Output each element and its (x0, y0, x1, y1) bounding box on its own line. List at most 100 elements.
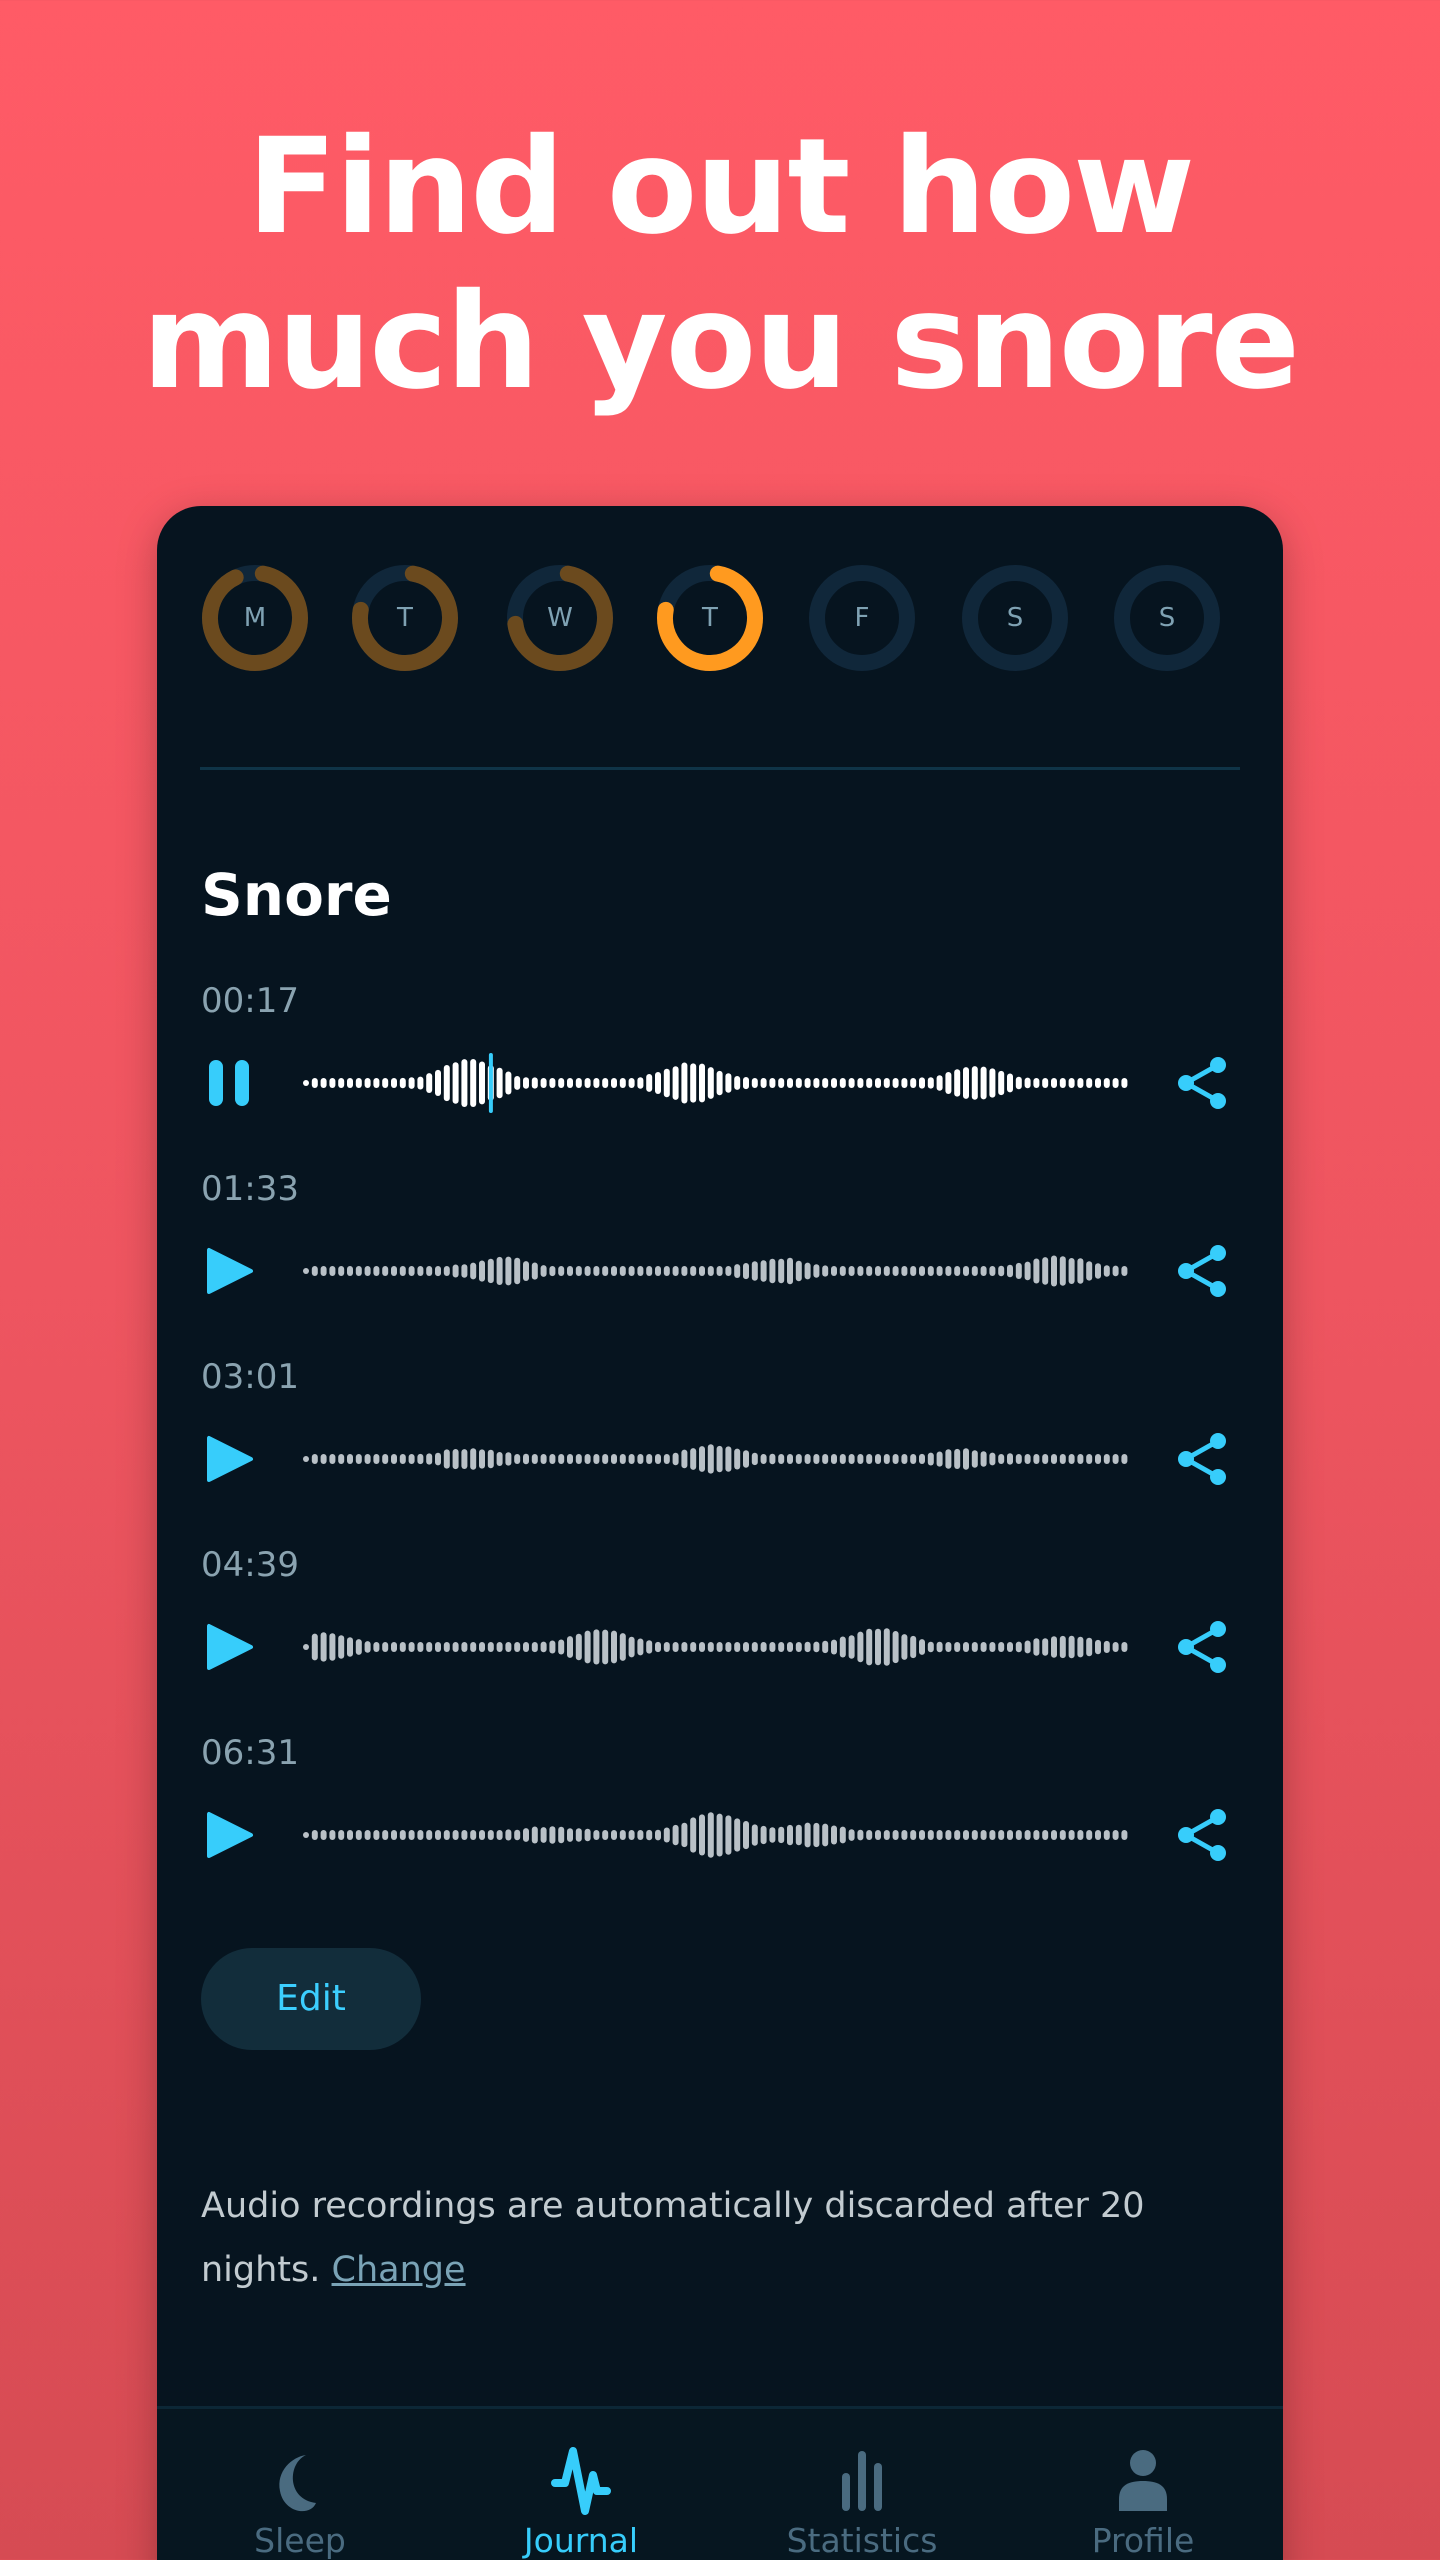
nav-journal[interactable]: Journal (461, 2409, 701, 2560)
waveform-bar (311, 1078, 318, 1088)
play-button[interactable] (207, 1810, 257, 1860)
day-ring-1[interactable]: T (349, 562, 461, 674)
waveform-bar (787, 1454, 793, 1464)
nav-profile[interactable]: Profile (1023, 2409, 1263, 2560)
waveform-bar (980, 1830, 987, 1840)
waveform-bar (558, 1826, 565, 1844)
waveform-bar (822, 1265, 829, 1277)
waveform-bar (971, 1266, 978, 1276)
day-ring-5[interactable]: S (959, 562, 1071, 674)
retention-note: Audio recordings are automatically disca… (201, 2174, 1201, 2302)
waveform[interactable] (300, 1805, 1130, 1865)
nav-statistics[interactable]: Statistics (742, 2409, 982, 2560)
waveform-bar (743, 1077, 749, 1090)
waveform-bar (839, 1454, 846, 1464)
waveform-bar (347, 1454, 353, 1464)
waveform-bar (1015, 1262, 1022, 1279)
waveform-bar (1007, 1453, 1013, 1465)
waveform-bar (743, 1642, 749, 1652)
edit-button[interactable]: Edit (201, 1948, 421, 2050)
play-button[interactable] (207, 1246, 257, 1296)
waveform-bar (725, 1642, 732, 1652)
waveform-bar (839, 1826, 846, 1844)
play-button[interactable] (207, 1622, 257, 1672)
play-button[interactable] (207, 1434, 257, 1484)
share-button[interactable] (1172, 1805, 1232, 1865)
waveform-bar (347, 1266, 353, 1276)
waveform-bar (399, 1266, 406, 1276)
waveform-bar (303, 1644, 309, 1650)
share-button[interactable] (1172, 1617, 1232, 1677)
play-icon (207, 1436, 257, 1488)
waveform-bar (443, 1830, 450, 1840)
waveform-bar (690, 1448, 697, 1470)
waveform-bar (470, 1448, 477, 1470)
share-icon (1178, 1057, 1226, 1109)
waveform-bar (839, 1078, 846, 1088)
waveform-bar (936, 1641, 943, 1653)
waveform[interactable] (300, 1241, 1130, 1301)
waveform-bar (549, 1826, 556, 1844)
waveform-bar (743, 1450, 749, 1468)
waveform-bar (813, 1641, 820, 1653)
waveform-bar (320, 1454, 327, 1464)
waveform[interactable] (300, 1429, 1130, 1489)
waveform-bar (760, 1454, 767, 1464)
waveform-bar (663, 1454, 670, 1464)
recording-time: 03:01 (201, 1357, 299, 1397)
waveform-bar (514, 1076, 521, 1090)
bar-chart-icon (842, 2451, 882, 2511)
waveform-bar (1007, 1830, 1013, 1840)
day-ring-3[interactable]: T (654, 562, 766, 674)
day-label: M (243, 603, 267, 633)
change-link[interactable]: Change (332, 2250, 466, 2290)
divider (200, 767, 1240, 770)
waveform-bar (655, 1641, 661, 1653)
waveform-bar (1024, 1640, 1031, 1654)
waveform-bar (1077, 1078, 1084, 1088)
day-ring-0[interactable]: M (199, 562, 311, 674)
day-ring-2[interactable]: W (504, 562, 616, 674)
waveform-bar (646, 1640, 653, 1654)
waveform-bar (584, 1078, 591, 1088)
waveform-bar (910, 1830, 917, 1840)
waveform-bar (505, 1256, 512, 1286)
waveform-bar (311, 1633, 318, 1661)
waveform-bar (391, 1830, 397, 1840)
waveform[interactable] (300, 1617, 1130, 1677)
pause-button[interactable] (207, 1058, 257, 1108)
waveform-bar (531, 1642, 538, 1653)
waveform-bar (1077, 1830, 1084, 1840)
waveform-bar (883, 1266, 890, 1276)
waveform-bar (567, 1828, 573, 1842)
share-button[interactable] (1172, 1053, 1232, 1113)
waveform-bar (734, 1818, 741, 1852)
day-ring-6[interactable]: S (1111, 562, 1223, 674)
waveform-bar (857, 1078, 864, 1088)
waveform-bar (760, 1825, 767, 1845)
waveform-bar (540, 1827, 547, 1843)
share-button[interactable] (1172, 1429, 1232, 1489)
waveform[interactable] (300, 1053, 1130, 1113)
waveform-bar (531, 1826, 538, 1844)
waveform-bar (690, 1817, 697, 1853)
waveform-bar (1033, 1454, 1040, 1464)
share-button[interactable] (1172, 1241, 1232, 1301)
waveform-bar (382, 1830, 389, 1840)
waveform-bar (320, 1078, 327, 1088)
waveform-bar (567, 1266, 573, 1276)
waveform-bar (804, 1454, 811, 1464)
waveform-bar (927, 1830, 934, 1840)
nav-sleep[interactable]: Sleep (180, 2409, 420, 2560)
day-ring-4[interactable]: F (806, 562, 918, 674)
playhead[interactable] (488, 1053, 493, 1113)
waveform-bar (347, 1830, 353, 1840)
waveform-bar (1068, 1258, 1075, 1284)
waveform-bar (848, 1635, 855, 1659)
waveform-bar (435, 1069, 441, 1096)
waveform-bar (329, 1454, 336, 1464)
waveform-bar (769, 1642, 776, 1652)
waveform-bar (364, 1830, 371, 1840)
waveform-bar (1033, 1638, 1040, 1656)
waveform-bar (628, 1078, 635, 1088)
